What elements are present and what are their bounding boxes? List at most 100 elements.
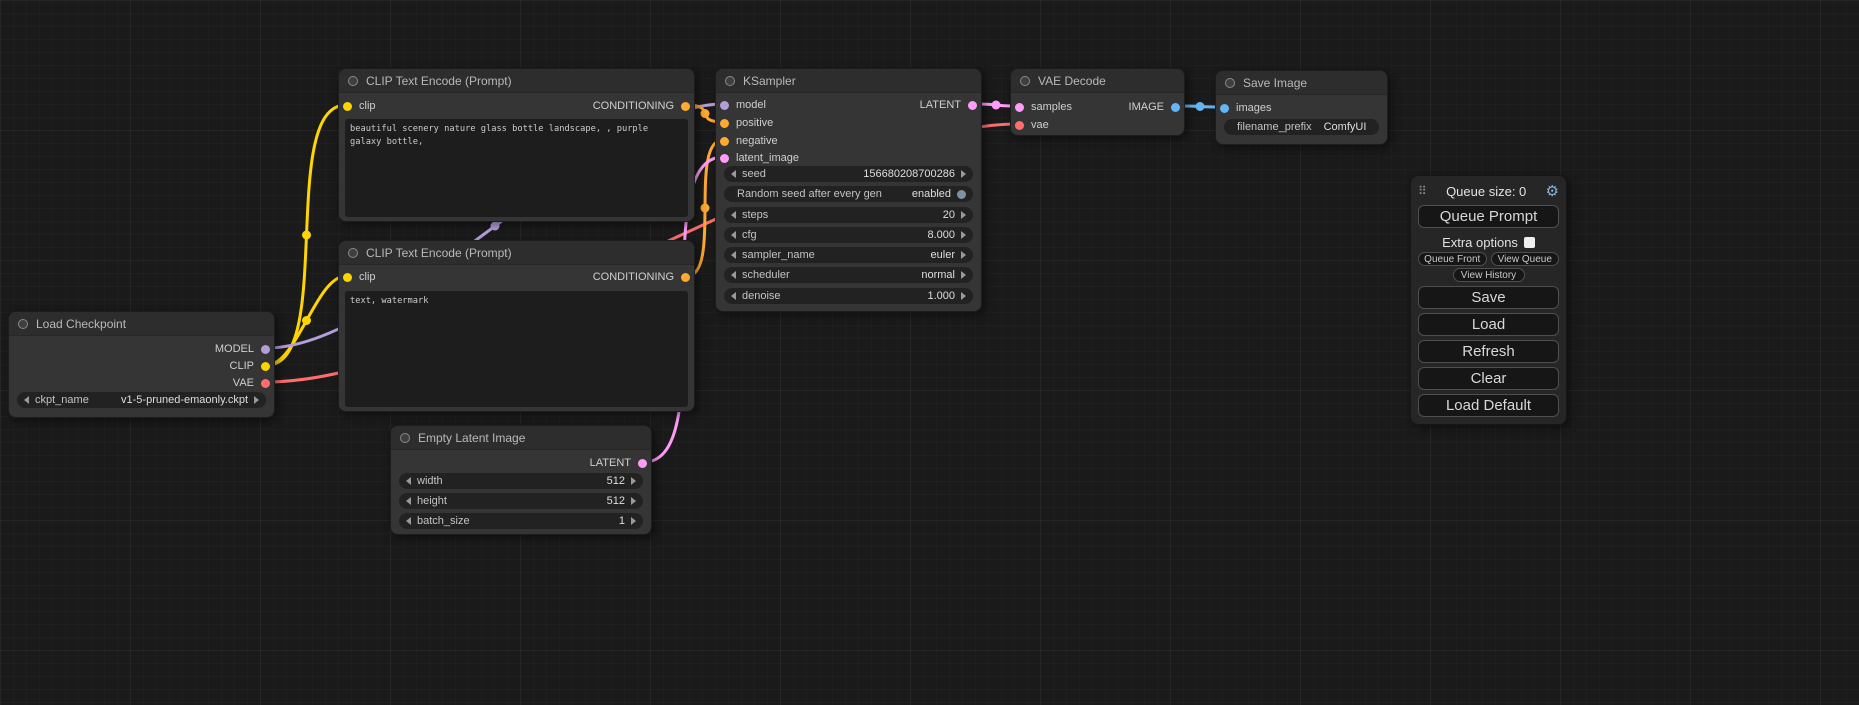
save-button[interactable]: Save [1418,286,1559,309]
output-slot-model[interactable]: MODEL [215,342,270,356]
scheduler-widget[interactable]: scheduler normal [724,267,973,283]
decrement-arrow-icon[interactable] [406,477,411,485]
increment-arrow-icon[interactable] [961,271,966,279]
decrement-arrow-icon[interactable] [731,292,736,300]
filename-prefix-widget[interactable]: filename_prefix ComfyUI [1224,119,1379,135]
node-title-bar[interactable]: Save Image [1216,71,1387,95]
output-slot-latent[interactable]: LATENT [590,456,647,470]
refresh-button[interactable]: Refresh [1418,340,1559,363]
node-load-checkpoint[interactable]: Load Checkpoint MODEL CLIP VAE ckpt_name… [8,311,275,418]
queue-prompt-button[interactable]: Queue Prompt [1418,205,1559,228]
output-dot-conditioning[interactable] [681,273,690,282]
denoise-widget[interactable]: denoise 1.000 [724,288,973,304]
input-dot-vae[interactable] [1015,121,1024,130]
node-clip-text-encode-positive[interactable]: CLIP Text Encode (Prompt) clip CONDITION… [338,68,695,222]
input-slot-model[interactable]: model [720,98,766,112]
input-dot-samples[interactable] [1015,103,1024,112]
increment-arrow-icon[interactable] [631,477,636,485]
decrement-arrow-icon[interactable] [731,251,736,259]
increment-arrow-icon[interactable] [961,231,966,239]
increment-arrow-icon[interactable] [961,292,966,300]
increment-arrow-icon[interactable] [631,517,636,525]
output-slot-conditioning[interactable]: CONDITIONING [593,270,690,284]
load-button[interactable]: Load [1418,313,1559,336]
drag-handle-icon[interactable]: ⠿ [1418,184,1427,198]
height-widget[interactable]: height 512 [399,493,643,509]
decrement-arrow-icon[interactable] [731,211,736,219]
output-dot-latent[interactable] [968,101,977,110]
input-dot-model[interactable] [720,101,729,110]
cfg-widget[interactable]: cfg 8.000 [724,227,973,243]
random-seed-toggle-widget[interactable]: Random seed after every gen enabled [724,186,973,202]
toggle-indicator-dot[interactable] [957,190,966,199]
output-dot-conditioning[interactable] [681,102,690,111]
output-dot-model[interactable] [261,345,270,354]
input-dot-negative[interactable] [720,137,729,146]
input-dot-latent-image[interactable] [720,154,729,163]
increment-arrow-icon[interactable] [631,497,636,505]
collapse-toggle-icon[interactable] [1225,78,1235,88]
decrement-arrow-icon[interactable] [24,396,29,404]
input-slot-negative[interactable]: negative [720,134,778,148]
extra-options-checkbox[interactable] [1524,237,1535,248]
node-title-bar[interactable]: CLIP Text Encode (Prompt) [339,241,694,265]
decrement-arrow-icon[interactable] [731,170,736,178]
view-queue-button[interactable]: View Queue [1491,252,1560,266]
input-slot-samples[interactable]: samples [1015,100,1072,114]
increment-arrow-icon[interactable] [254,396,259,404]
queue-front-button[interactable]: Queue Front [1418,252,1487,266]
input-dot-positive[interactable] [720,119,729,128]
input-dot-images[interactable] [1220,104,1229,113]
output-slot-clip[interactable]: CLIP [230,359,270,373]
decrement-arrow-icon[interactable] [406,517,411,525]
decrement-arrow-icon[interactable] [731,271,736,279]
increment-arrow-icon[interactable] [961,170,966,178]
ckpt-name-widget[interactable]: ckpt_name v1-5-pruned-emaonly.ckpt [17,392,266,408]
increment-arrow-icon[interactable] [961,251,966,259]
clear-button[interactable]: Clear [1418,367,1559,390]
output-slot-conditioning[interactable]: CONDITIONING [593,99,690,113]
decrement-arrow-icon[interactable] [731,231,736,239]
node-graph-canvas[interactable]: Load Checkpoint MODEL CLIP VAE ckpt_name… [0,0,1859,705]
settings-gear-icon[interactable]: ⚙ [1546,184,1559,199]
load-default-button[interactable]: Load Default [1418,394,1559,417]
positive-prompt-textarea[interactable]: beautiful scenery nature glass bottle la… [345,119,688,217]
output-slot-vae[interactable]: VAE [233,376,270,390]
collapse-toggle-icon[interactable] [725,76,735,86]
node-clip-text-encode-negative[interactable]: CLIP Text Encode (Prompt) clip CONDITION… [338,240,695,412]
collapse-toggle-icon[interactable] [400,433,410,443]
input-slot-latent-image[interactable]: latent_image [720,151,799,165]
input-slot-clip[interactable]: clip [343,270,376,284]
node-save-image[interactable]: Save Image images filename_prefix ComfyU… [1215,70,1388,145]
node-title-bar[interactable]: VAE Decode [1011,69,1184,93]
sampler-name-widget[interactable]: sampler_name euler [724,247,973,263]
output-slot-latent[interactable]: LATENT [920,98,977,112]
view-history-button[interactable]: View History [1453,268,1525,282]
output-dot-latent[interactable] [638,459,647,468]
collapse-toggle-icon[interactable] [1020,76,1030,86]
node-ksampler[interactable]: KSampler model positive negative latent_… [715,68,982,312]
node-vae-decode[interactable]: VAE Decode samples vae IMAGE [1010,68,1185,136]
seed-widget[interactable]: seed 156680208700286 [724,166,973,182]
width-widget[interactable]: width 512 [399,473,643,489]
negative-prompt-textarea[interactable]: text, watermark [345,291,688,407]
collapse-toggle-icon[interactable] [348,76,358,86]
steps-widget[interactable]: steps 20 [724,207,973,223]
node-title-bar[interactable]: Load Checkpoint [9,312,274,336]
node-empty-latent-image[interactable]: Empty Latent Image LATENT width 512 heig… [390,425,652,535]
input-dot-clip[interactable] [343,102,352,111]
node-title-bar[interactable]: Empty Latent Image [391,426,651,450]
output-dot-clip[interactable] [261,362,270,371]
output-dot-vae[interactable] [261,379,270,388]
increment-arrow-icon[interactable] [961,211,966,219]
input-slot-clip[interactable]: clip [343,99,376,113]
input-slot-images[interactable]: images [1220,101,1271,115]
input-slot-positive[interactable]: positive [720,116,773,130]
collapse-toggle-icon[interactable] [18,319,28,329]
decrement-arrow-icon[interactable] [406,497,411,505]
collapse-toggle-icon[interactable] [348,248,358,258]
input-dot-clip[interactable] [343,273,352,282]
node-title-bar[interactable]: CLIP Text Encode (Prompt) [339,69,694,93]
batch-size-widget[interactable]: batch_size 1 [399,513,643,529]
input-slot-vae[interactable]: vae [1015,118,1049,132]
